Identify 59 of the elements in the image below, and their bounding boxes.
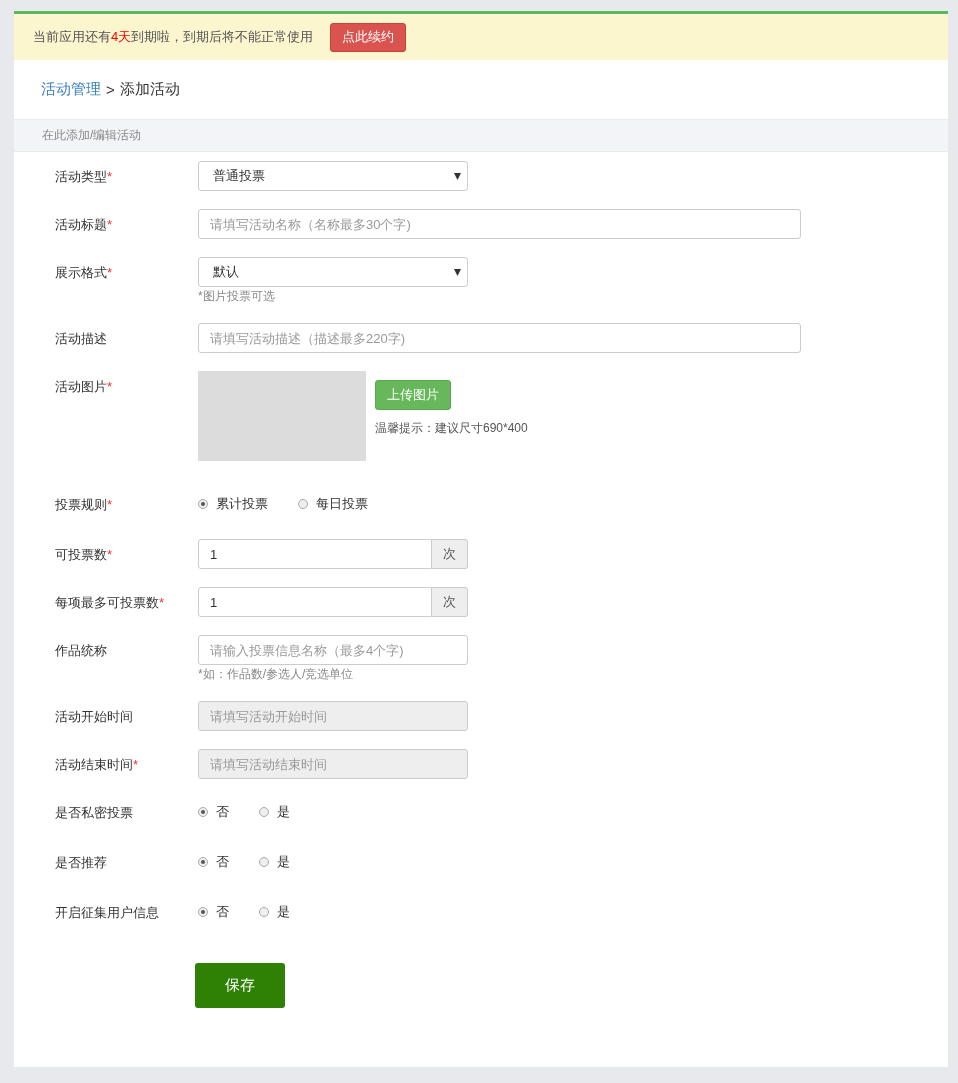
radio-label[interactable]: 否 <box>216 903 229 921</box>
radio-label[interactable]: 否 <box>216 803 229 821</box>
unit-label: 次 <box>432 587 468 617</box>
field-hint: *如：作品数/参选人/竞选单位 <box>198 666 354 683</box>
field-label: 活动开始时间 <box>55 709 133 724</box>
radio-button[interactable] <box>198 857 208 867</box>
dropdown[interactable]: 普通投票 <box>198 161 468 191</box>
field-label: 活动标题 <box>55 217 107 232</box>
radio-label[interactable]: 累计投票 <box>216 495 268 513</box>
radio-button[interactable] <box>198 907 208 917</box>
size-tip: 温馨提示：建议尺寸690*400 <box>375 420 528 437</box>
breadcrumb-link[interactable]: 活动管理 <box>41 80 101 99</box>
section-header: 在此添加/编辑活动 <box>14 119 948 152</box>
field-label: 每项最多可投票数 <box>55 595 159 610</box>
radio-label[interactable]: 是 <box>277 903 290 921</box>
radio-label[interactable]: 否 <box>216 853 229 871</box>
unit-label: 次 <box>432 539 468 569</box>
text-field[interactable]: 请输入投票信息名称（最多4个字) <box>198 635 468 665</box>
number-field[interactable]: 1 <box>198 587 432 617</box>
field-label: 活动图片 <box>55 379 107 394</box>
dropdown[interactable]: 默认 <box>198 257 468 287</box>
field-label: 是否私密投票 <box>55 805 133 820</box>
field-label: 开启征集用户信息 <box>55 905 159 920</box>
required-mark: * <box>107 379 113 394</box>
number-field[interactable]: 1 <box>198 539 432 569</box>
save-button[interactable]: 保存 <box>195 963 285 1008</box>
radio-button[interactable] <box>298 499 308 509</box>
field-label: 作品统称 <box>55 643 107 658</box>
radio-button[interactable] <box>259 807 269 817</box>
field-label: 活动描述 <box>55 331 107 346</box>
field-label: 展示格式 <box>55 265 107 280</box>
field-label: 是否推荐 <box>55 855 107 870</box>
required-mark: * <box>107 265 113 280</box>
radio-button[interactable] <box>259 907 269 917</box>
radio-button[interactable] <box>259 857 269 867</box>
required-mark: * <box>159 595 165 610</box>
breadcrumb-current: 添加活动 <box>119 80 180 99</box>
required-mark: * <box>107 169 113 184</box>
required-mark: * <box>107 217 113 232</box>
required-mark: * <box>133 757 139 772</box>
field-label: 可投票数 <box>55 547 107 562</box>
radio-label[interactable]: 是 <box>277 803 290 821</box>
required-mark: * <box>107 547 113 562</box>
caret-icon <box>454 172 461 180</box>
radio-button[interactable] <box>198 499 208 509</box>
radio-label[interactable]: 是 <box>277 853 290 871</box>
field-label: 活动类型 <box>55 169 107 184</box>
text-field[interactable]: 请填写活动名称（名称最多30个字) <box>198 209 801 239</box>
renew-button[interactable]: 点此续约 <box>330 22 407 52</box>
caret-icon <box>454 268 461 276</box>
field-label: 活动结束时间 <box>55 757 133 772</box>
field-label: 投票规则 <box>55 497 107 512</box>
radio-button[interactable] <box>198 807 208 817</box>
text-field[interactable]: 请填写活动描述（描述最多220字) <box>198 323 801 353</box>
expiry-notice: 当前应用还有4天到期啦，到期后将不能正常使用 <box>33 28 314 46</box>
breadcrumb-separator: > <box>106 81 115 98</box>
field-hint: *图片投票可选 <box>198 288 275 305</box>
radio-label[interactable]: 每日投票 <box>316 495 368 513</box>
required-mark: * <box>107 497 113 512</box>
